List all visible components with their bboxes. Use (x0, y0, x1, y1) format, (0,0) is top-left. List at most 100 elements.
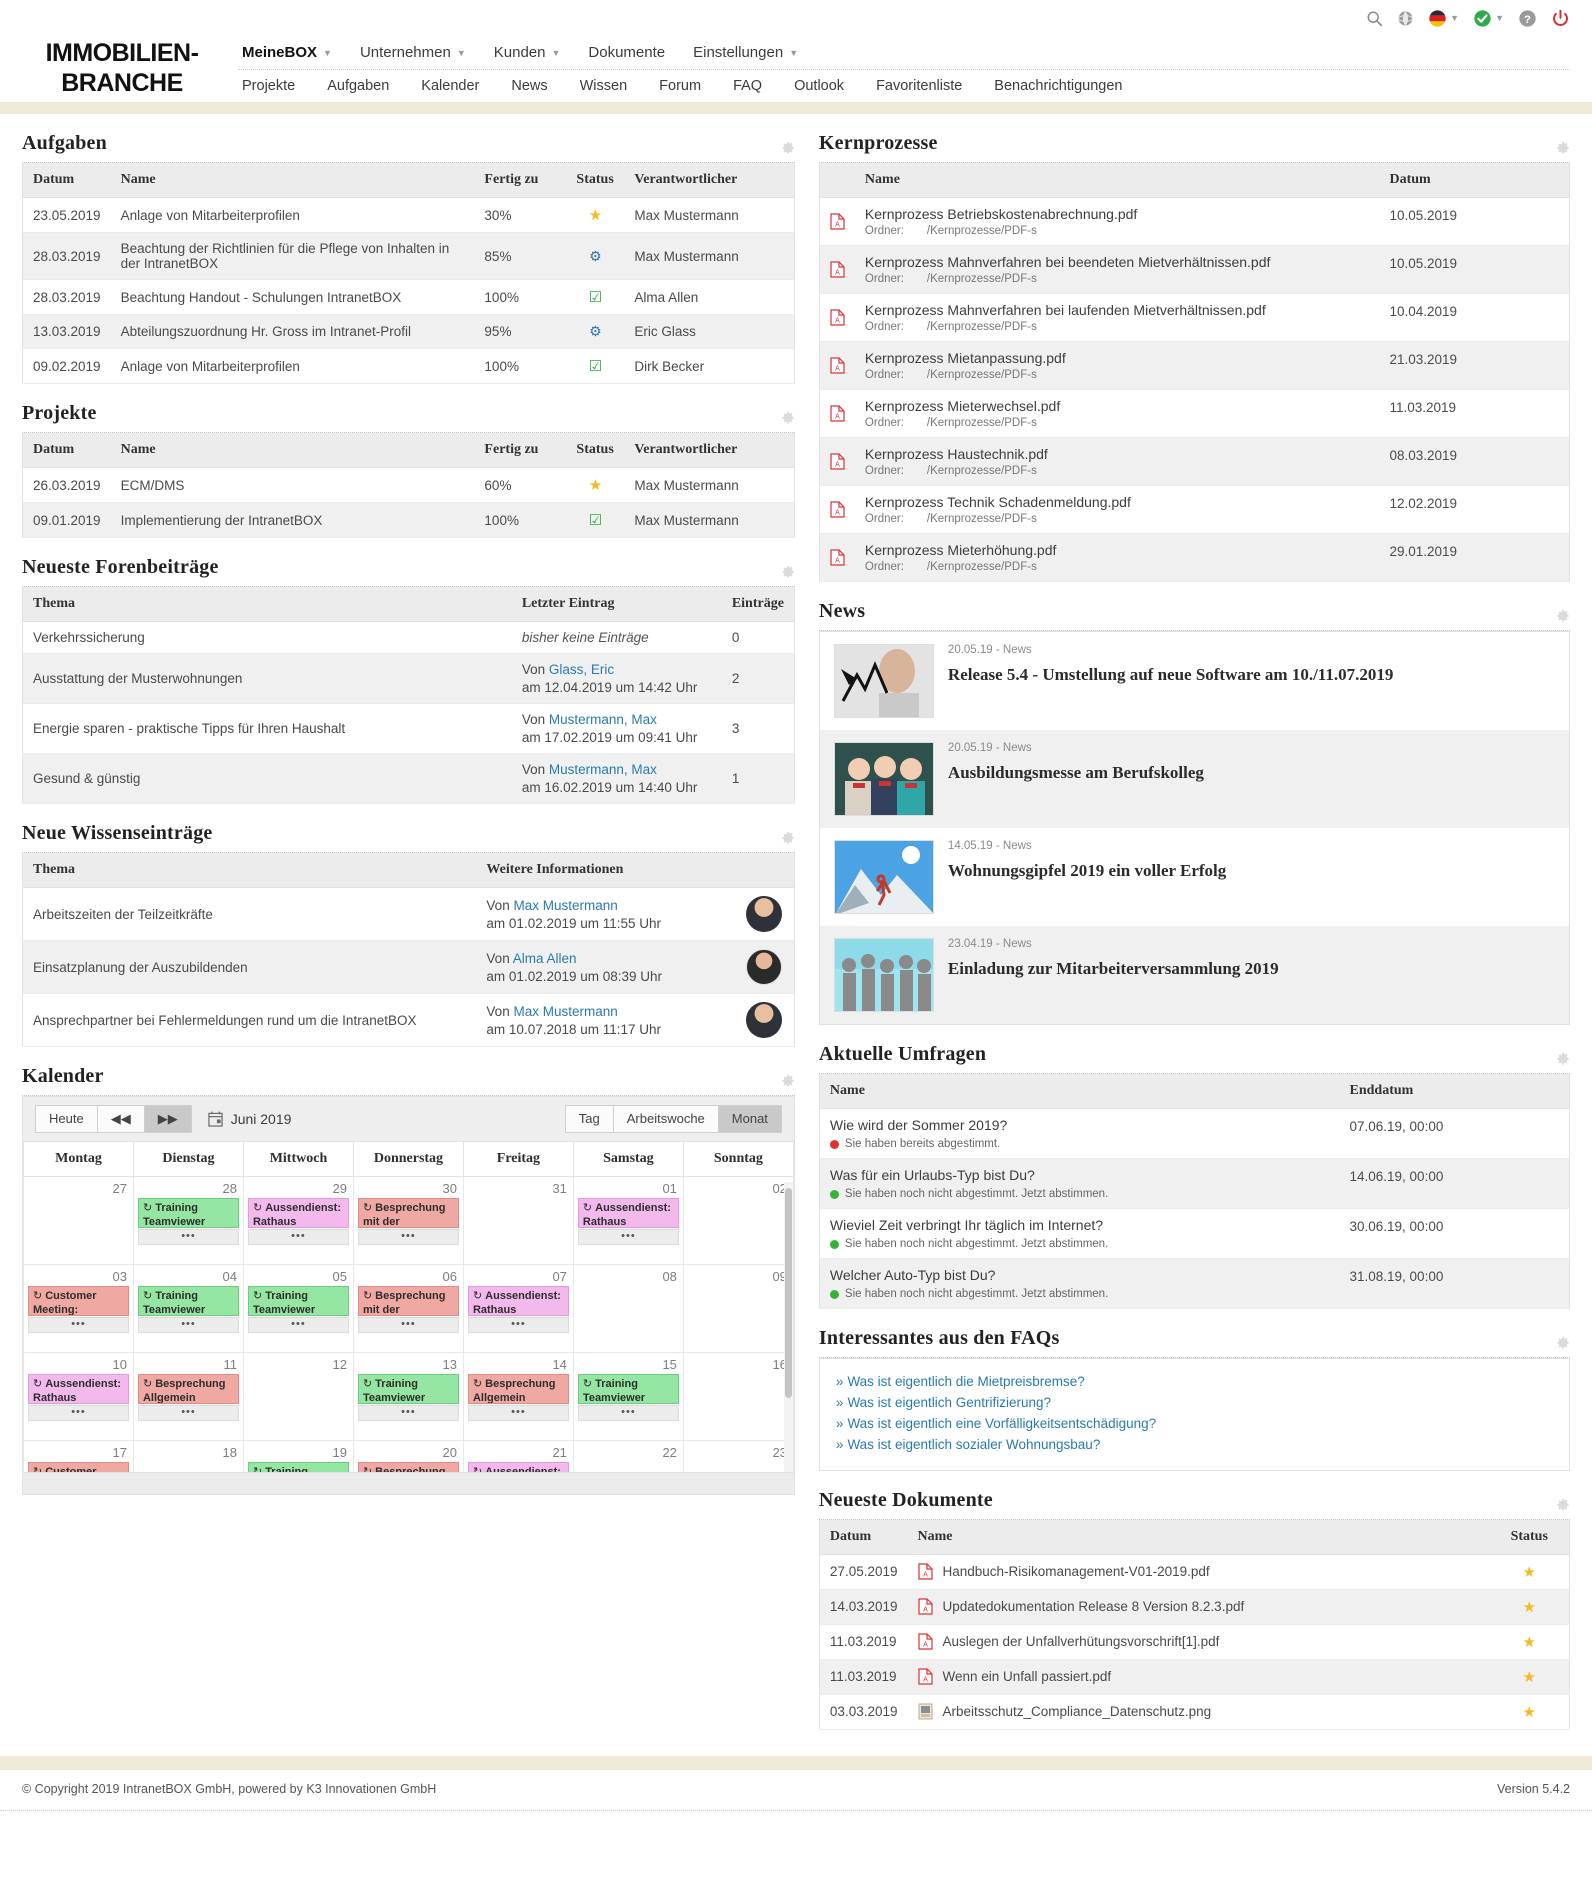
nav-item-unternehmen[interactable]: Unternehmen ▼ (360, 44, 466, 61)
author-link[interactable]: Mustermann, Max (549, 712, 657, 727)
subnav-item-forum[interactable]: Forum (659, 78, 701, 94)
gear-icon[interactable] (1556, 141, 1570, 155)
document-name[interactable]: Kernprozess Haustechnik.pdf (865, 446, 1370, 462)
chevron-down-icon[interactable]: ▼ (789, 48, 798, 58)
calendar-more-button[interactable]: ••• (357, 1405, 459, 1422)
calendar-day-cell[interactable]: 06 ↻ Besprechung mit der ••• (352, 1264, 464, 1354)
document-name[interactable]: Wenn ein Unfall passiert.pdf (943, 1669, 1112, 1684)
gear-icon[interactable] (781, 831, 795, 845)
gear-icon[interactable] (781, 1074, 795, 1088)
calendar-view-monat[interactable]: Monat (718, 1105, 782, 1134)
faq-link[interactable]: » Was ist eigentlich Gentrifizierung? (836, 1393, 1553, 1414)
document-name[interactable]: Kernprozess Mietanpassung.pdf (865, 350, 1370, 366)
gear-icon[interactable] (781, 141, 795, 155)
calendar-more-button[interactable]: ••• (357, 1229, 459, 1246)
calendar-event[interactable]: ↻Aussendienst: Rathaus (467, 1462, 569, 1473)
poll-status-label[interactable]: Sie haben noch nicht abgestimmt. Jetzt a… (845, 1288, 1108, 1300)
subnav-item-benachrichtigungen[interactable]: Benachrichtigungen (994, 78, 1122, 94)
calendar-day-cell[interactable]: 17↻Customer Meeting:••• (23, 1440, 134, 1473)
cell-name[interactable]: A Wenn ein Unfall passiert.pdf (907, 1659, 1490, 1695)
calendar-event[interactable]: ↻ Besprechung Allgemein (467, 1374, 569, 1405)
calendar-day-cell[interactable]: 22 (572, 1440, 684, 1473)
document-name[interactable]: Updatedokumentation Release 8 Version 8.… (943, 1599, 1245, 1614)
calendar-scroll-area[interactable]: Montag Dienstag Mittwoch Donnerstag Freitag S… (23, 1142, 794, 1473)
calendar-more-button[interactable]: ••• (577, 1229, 679, 1246)
document-name[interactable]: Kernprozess Mahnverfahren bei beendeten … (865, 254, 1370, 270)
news-item[interactable]: 14.05.19 - News Wohnungsgipfel 2019 ein v… (819, 828, 1569, 926)
calendar-event[interactable]: ↻Training Teamviewer (137, 1198, 239, 1229)
calendar-more-button[interactable]: ••• (137, 1405, 239, 1422)
calendar-day-cell[interactable]: 14 ↻ Besprechung Allgemein ••• (462, 1352, 574, 1442)
status-ok-icon[interactable]: ▼ (1473, 9, 1504, 28)
calendar-day-cell[interactable]: 23 (682, 1440, 794, 1473)
calendar-more-button[interactable]: ••• (28, 1317, 129, 1334)
search-icon[interactable] (1366, 10, 1383, 27)
chevron-down-icon[interactable]: ▼ (457, 48, 466, 58)
chevron-down-icon[interactable]: ▼ (323, 48, 332, 58)
calendar-day-cell[interactable]: 27 (23, 1176, 134, 1266)
poll-name[interactable]: Was für ein Urlaubs-Typ bist Du? (830, 1167, 1330, 1183)
calendar-today-button[interactable]: Heute (35, 1105, 98, 1134)
gear-icon[interactable] (781, 565, 795, 579)
subnav-item-favoritenliste[interactable]: Favoritenliste (876, 78, 962, 94)
gear-icon[interactable] (1556, 1052, 1570, 1066)
calendar-more-button[interactable]: ••• (577, 1405, 679, 1422)
calendar-more-button[interactable]: ••• (137, 1317, 239, 1334)
faq-link[interactable]: » Was ist eigentlich sozialer Wohnungsbau… (836, 1435, 1553, 1456)
gear-icon[interactable] (1556, 1336, 1570, 1350)
power-icon[interactable] (1551, 9, 1570, 28)
calendar-day-cell[interactable]: 29 ↻ Aussendienst: Rathaus ••• (242, 1176, 354, 1266)
calendar-more-button[interactable]: ••• (467, 1405, 569, 1422)
cell-name[interactable]: A Updatedokumentation Release 8 Version 8… (907, 1589, 1490, 1625)
calendar-day-cell[interactable]: 28 ↻ Training Teamviewer ••• (132, 1176, 244, 1266)
document-name[interactable]: Kernprozess Mieterwechsel.pdf (865, 398, 1370, 414)
gear-icon[interactable] (781, 411, 795, 425)
calendar-view-arbeitswoche[interactable]: Arbeitswoche (613, 1105, 719, 1134)
calendar-event[interactable]: ↻Customer Meeting: (28, 1462, 129, 1473)
cell-name[interactable]: A Handbuch-Risikomanagement-V01-2019.pdf (907, 1554, 1490, 1590)
calendar-day-cell[interactable]: 15 ↻ Training Teamviewer ••• (572, 1352, 684, 1442)
news-title[interactable]: Einladung zur Mitarbeiterversammlung 201… (948, 958, 1555, 979)
news-title[interactable]: Ausbildungsmesse am Berufskolleg (948, 762, 1555, 783)
calendar-day-cell[interactable]: 19↻Training Teamviewer••• (242, 1440, 354, 1473)
news-item[interactable]: 20.05.19 - News Release 5.4 - Umstellung … (819, 632, 1569, 730)
calendar-event[interactable]: ↻Training Teamviewer (247, 1462, 349, 1473)
calendar-event[interactable]: ↻Training Teamviewer (577, 1374, 679, 1405)
document-name[interactable]: Kernprozess Betriebskostenabrechnung.pdf (865, 206, 1370, 222)
flag-de-icon[interactable]: ▼ (1428, 9, 1459, 28)
calendar-day-cell[interactable]: 21↻Aussendienst: Rathaus••• (462, 1440, 574, 1473)
calendar-day-cell[interactable]: 20↻Besprechung mit der••• (352, 1440, 464, 1473)
poll-name[interactable]: Wie wird der Sommer 2019? (830, 1117, 1330, 1133)
calendar-day-cell[interactable]: 13 ↻ Training Teamviewer ••• (352, 1352, 464, 1442)
news-item[interactable]: 20.05.19 - News Ausbildungsmesse am Beruf… (819, 730, 1569, 828)
calendar-day-cell[interactable]: 18 (132, 1440, 244, 1473)
document-name[interactable]: Kernprozess Mahnverfahren bei laufenden … (865, 302, 1370, 318)
calendar-event[interactable]: ↻Aussendienst: Rathaus (28, 1374, 129, 1405)
calendar-event[interactable]: ↻Besprechung mit der (357, 1462, 459, 1473)
subnav-item-kalender[interactable]: Kalender (421, 78, 479, 94)
news-item[interactable]: 23.04.19 - News Einladung zur Mitarbeiter… (819, 926, 1569, 1024)
calendar-view-tag[interactable]: Tag (564, 1105, 614, 1134)
faq-link[interactable]: » Was ist eigentlich eine Vorfälligkeitse… (836, 1414, 1553, 1435)
nav-item-einstellungen[interactable]: Einstellungen ▼ (693, 44, 798, 61)
calendar-more-button[interactable]: ••• (247, 1229, 349, 1246)
calendar-event[interactable]: ↻Aussendienst: Rathaus (577, 1198, 679, 1229)
calendar-event[interactable]: ↻ Besprechung Allgemein (137, 1374, 239, 1405)
brand-logo[interactable]: IMMOBILIEN- BRANCHE (22, 36, 222, 102)
document-name[interactable]: Kernprozess Technik Schadenmeldung.pdf (865, 494, 1370, 510)
calendar-event[interactable]: ↻Besprechung mit der (357, 1198, 459, 1229)
poll-name[interactable]: Wieviel Zeit verbringt Ihr täglich im In… (830, 1217, 1330, 1233)
calendar-day-cell[interactable]: 30 ↻ Besprechung mit der ••• (352, 1176, 464, 1266)
news-title[interactable]: Wohnungsgipfel 2019 ein voller Erfolg (948, 860, 1555, 881)
calendar-day-cell[interactable]: 07 ↻ Aussendienst: Rathaus ••• (462, 1264, 574, 1354)
calendar-more-button[interactable]: ••• (247, 1317, 349, 1334)
calendar-more-button[interactable]: ••• (357, 1317, 459, 1334)
news-title[interactable]: Release 5.4 - Umstellung auf neue Softwa… (948, 664, 1555, 685)
document-name[interactable]: Handbuch-Risikomanagement-V01-2019.pdf (943, 1564, 1210, 1579)
calendar-day-cell[interactable]: 08 (572, 1264, 684, 1354)
subnav-item-outlook[interactable]: Outlook (794, 78, 844, 94)
author-link[interactable]: Glass, Eric (549, 662, 614, 677)
author-link[interactable]: Mustermann, Max (549, 762, 657, 777)
faq-link[interactable]: » Was ist eigentlich die Mietpreisbremse? (836, 1372, 1553, 1393)
calendar-day-cell[interactable]: 03 ↻ Customer Meeting: ••• (23, 1264, 134, 1354)
